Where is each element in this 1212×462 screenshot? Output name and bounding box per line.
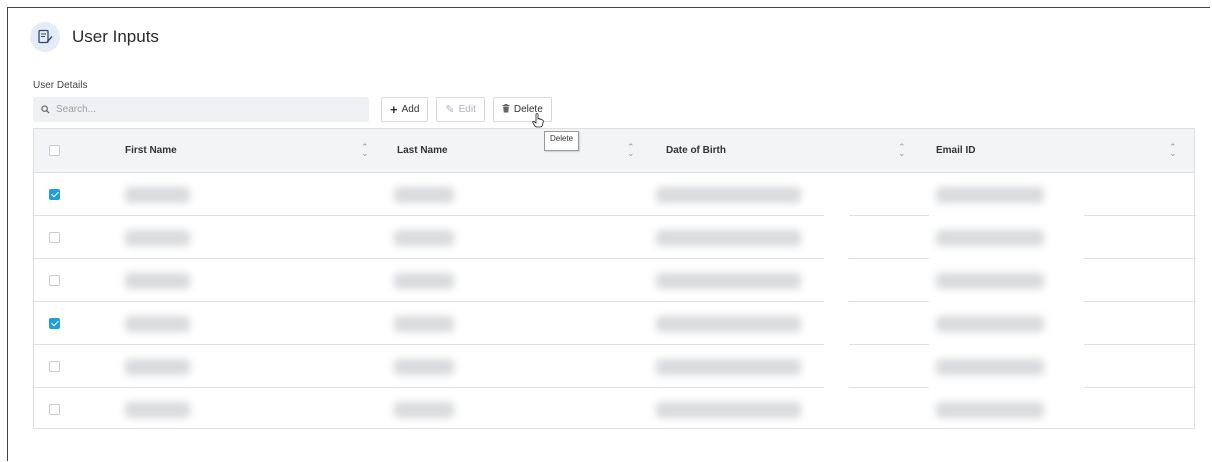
plus-icon: + (390, 102, 398, 117)
row-checkbox[interactable] (49, 189, 60, 200)
section-label: User Details (33, 80, 88, 91)
edit-button[interactable]: ✎ Edit (436, 97, 485, 122)
column-label: First Name (125, 145, 177, 156)
redacted-cell (125, 273, 190, 289)
hand-cursor-icon (532, 113, 544, 133)
redacted-cell (125, 359, 190, 375)
column-header-date-of-birth[interactable]: Date of Birth (666, 129, 726, 172)
column-header-first-name[interactable]: First Name (125, 129, 177, 172)
page-header: User Inputs (30, 22, 159, 52)
redacted-cell (936, 273, 1044, 289)
table-row[interactable] (34, 302, 1196, 345)
row-checkbox[interactable] (49, 318, 60, 329)
redacted-cell (125, 187, 190, 203)
search-icon (41, 101, 50, 119)
redacted-cell (394, 273, 454, 289)
pencil-icon: ✎ (445, 104, 455, 116)
redacted-cell (125, 402, 190, 418)
row-checkbox[interactable] (49, 361, 60, 372)
redacted-cell (936, 230, 1044, 246)
table-row[interactable] (34, 259, 1196, 302)
row-checkbox[interactable] (49, 404, 60, 415)
table-row[interactable] (34, 173, 1196, 216)
table-body (34, 173, 1196, 431)
form-edit-icon (30, 22, 60, 52)
redacted-cell (936, 187, 1044, 203)
search-box[interactable] (33, 97, 369, 122)
column-label: Last Name (397, 145, 448, 156)
redacted-cell (125, 316, 190, 332)
redacted-cell (936, 359, 1044, 375)
column-label: Date of Birth (666, 145, 726, 156)
search-input[interactable] (54, 103, 358, 116)
sort-icon[interactable]: ⌃ ⌄ (627, 143, 635, 158)
toolbar: + Add ✎ Edit Delete (381, 97, 552, 122)
redacted-cell (656, 402, 801, 418)
redacted-cell (656, 230, 801, 246)
row-checkbox[interactable] (49, 232, 60, 243)
table-row[interactable] (34, 388, 1194, 431)
redacted-cell (394, 187, 454, 203)
sort-icon[interactable]: ⌃ ⌄ (361, 143, 369, 158)
user-table: First Name ⌃ ⌄ Last Name ⌃ ⌄ Date of Birth… (33, 128, 1196, 431)
page-title: User Inputs (72, 27, 159, 46)
sort-icon[interactable]: ⌃ ⌄ (898, 143, 906, 158)
redacted-cell (656, 187, 801, 203)
redacted-cell (936, 402, 1044, 418)
column-label: Email ID (936, 145, 976, 156)
table-row[interactable] (34, 216, 1196, 259)
redacted-cell (936, 316, 1044, 332)
redacted-cell (394, 359, 454, 375)
table-row[interactable] (34, 345, 1196, 388)
trash-icon (502, 103, 510, 116)
column-header-last-name[interactable]: Last Name (397, 129, 448, 172)
add-button[interactable]: + Add (381, 97, 429, 122)
table-header: First Name ⌃ ⌄ Last Name ⌃ ⌄ Date of Birth… (34, 129, 1194, 173)
redacted-cell (656, 273, 801, 289)
redacted-cell (394, 230, 454, 246)
redacted-cell (394, 402, 454, 418)
redacted-cell (125, 230, 190, 246)
redacted-cell (394, 316, 454, 332)
sort-icon[interactable]: ⌃ ⌄ (1169, 143, 1177, 158)
column-header-email-id[interactable]: Email ID (936, 129, 975, 172)
select-all-checkbox[interactable] (49, 145, 60, 156)
delete-tooltip: Delete (544, 131, 580, 151)
redacted-cell (656, 316, 801, 332)
row-checkbox[interactable] (49, 275, 60, 286)
redacted-cell (656, 359, 801, 375)
add-button-label: Add (401, 104, 420, 115)
edit-button-label: Edit (458, 104, 476, 115)
